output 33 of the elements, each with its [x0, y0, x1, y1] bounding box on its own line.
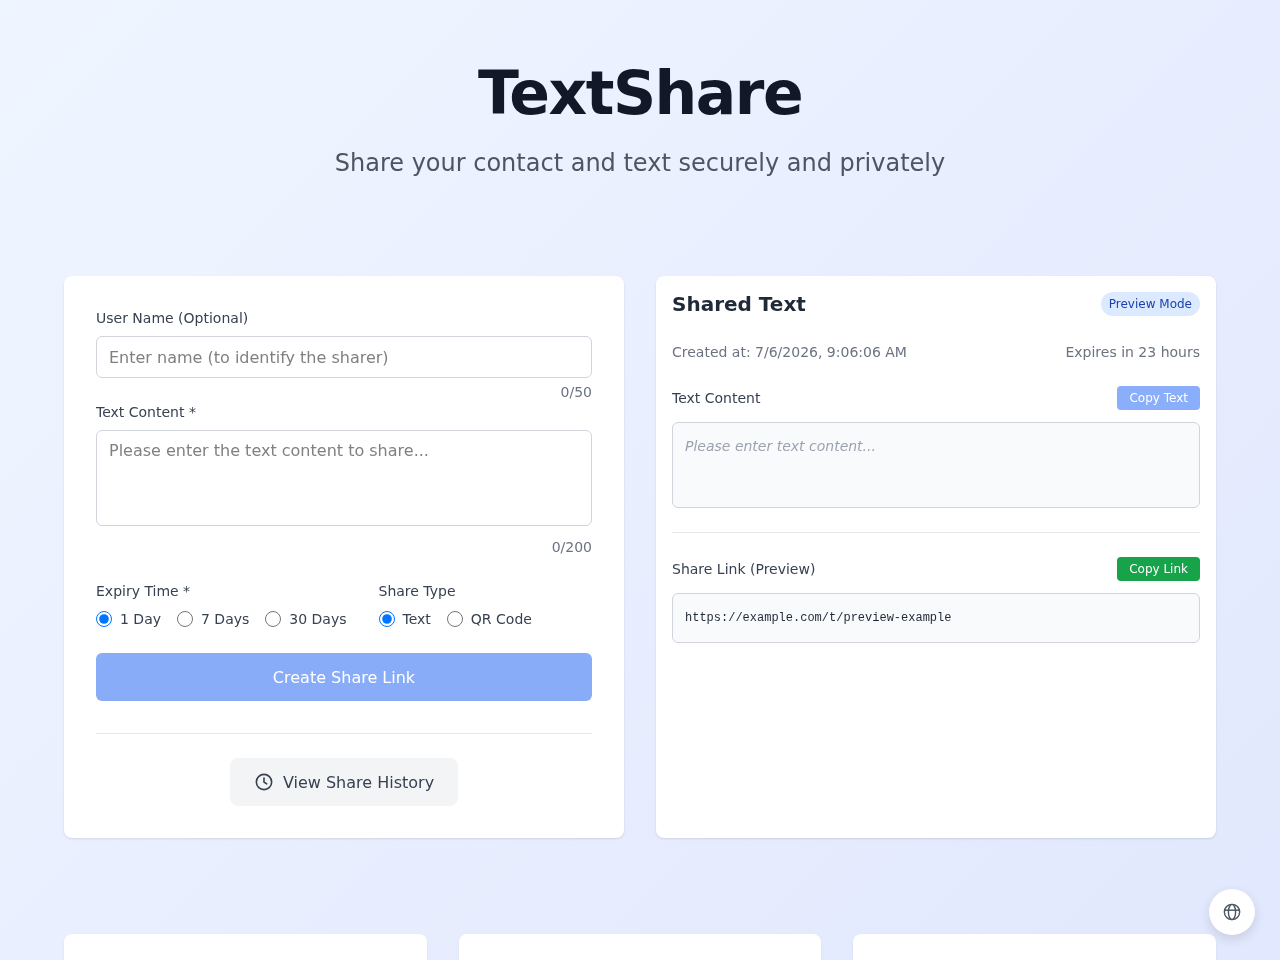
- radio-label: 1 Day: [120, 610, 161, 629]
- radio-button[interactable]: [378, 611, 395, 627]
- globe-icon: [1223, 903, 1241, 921]
- radio-button[interactable]: [177, 611, 193, 627]
- field-label: Expiry Time *: [96, 582, 191, 601]
- copy-button[interactable]: Copy Link: [1117, 557, 1200, 581]
- input-field[interactable]: Enter name (to identify the sharer): [96, 336, 592, 378]
- radio-button[interactable]: [96, 611, 112, 627]
- clock-icon: [254, 773, 273, 791]
- history-button[interactable]: View Share History: [229, 758, 459, 806]
- status-badge: Preview Mode: [1100, 292, 1200, 316]
- section-label: Share Link (Preview): [672, 560, 816, 579]
- field-label: Share Type: [378, 582, 456, 601]
- textarea-field[interactable]: Please enter the text content to share...: [96, 430, 592, 526]
- created-timestamp: Created at: 7/6/2026, 9:06:06 AM: [672, 343, 907, 362]
- character-counter: 0/50: [560, 383, 592, 402]
- radio-button[interactable]: [446, 611, 463, 627]
- field-label: User Name (Optional): [96, 309, 249, 328]
- field-label: Text Content *: [96, 403, 196, 422]
- page-title: TextShare: [477, 63, 803, 123]
- radio-label: Text: [402, 610, 431, 629]
- text-content-display: Please enter text content...: [672, 422, 1200, 508]
- globe-button[interactable]: [1209, 889, 1255, 935]
- expiry-text: Expires in 23 hours: [1065, 343, 1200, 362]
- radio-label: 7 Days: [201, 610, 250, 629]
- radio-label: QR Code: [470, 610, 532, 629]
- share-link-display: https://example.com/t/preview-example: [672, 593, 1200, 643]
- card-title: Shared Text: [672, 291, 806, 318]
- section-label: Text Content: [672, 389, 761, 408]
- radio-button[interactable]: [265, 611, 282, 627]
- character-counter: 0/200: [551, 538, 592, 557]
- page-subtitle: Share your contact and text securely and privately: [334, 148, 946, 179]
- radio-label: 30 Days: [289, 610, 347, 629]
